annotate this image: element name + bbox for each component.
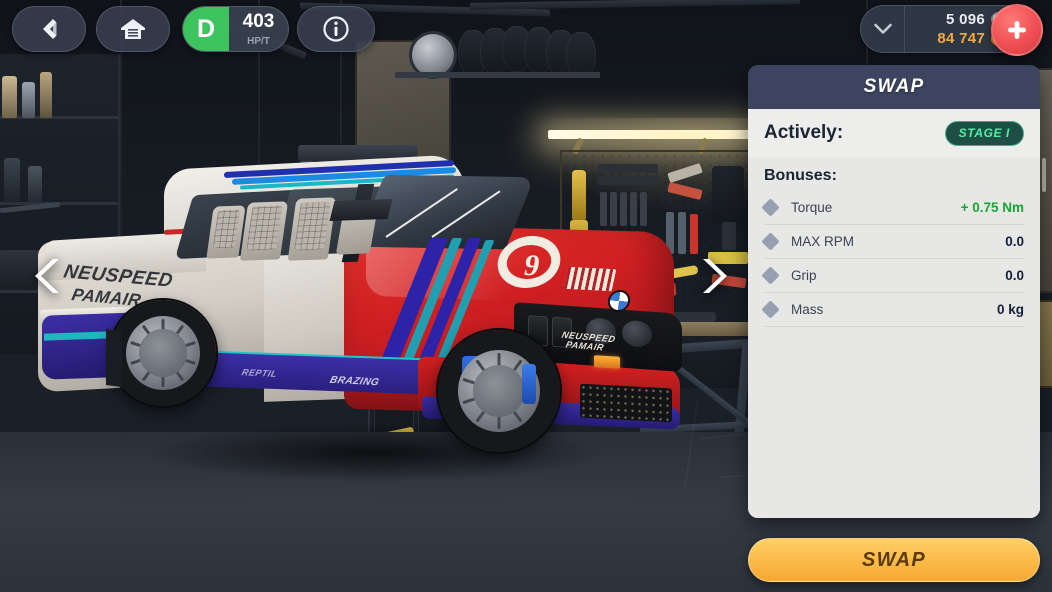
rear-vent <box>329 198 393 222</box>
rear-seat <box>239 201 289 261</box>
prev-car-button[interactable] <box>20 248 76 304</box>
car-class-badge[interactable]: D 403 HP/T <box>182 6 289 52</box>
garage-button[interactable] <box>96 6 170 52</box>
swap-panel-header: SWAP <box>748 65 1040 109</box>
bonus-name: Torque <box>791 200 833 215</box>
bonuses-section: Bonuses: Torque + 0.75 Nm MAX RPM 0.0 Gr… <box>748 157 1040 518</box>
bonus-row: Grip 0.0 <box>761 259 1024 293</box>
active-stage-badge: STAGE I <box>944 120 1024 146</box>
chevron-right-icon <box>703 259 727 293</box>
info-icon <box>323 16 349 42</box>
bumper-mesh <box>580 383 672 423</box>
bonus-value: 0 kg <box>996 302 1024 317</box>
bonus-name: Mass <box>791 302 824 317</box>
wallet-expand-button[interactable] <box>861 6 905 52</box>
garage-icon <box>121 19 145 39</box>
bonuses-title: Bonuses: <box>764 167 837 184</box>
shelf-board <box>395 72 600 78</box>
gold-amount: 84 747 <box>937 30 985 47</box>
class-value: 403 <box>242 11 275 32</box>
livery-text-skirt-alt: REPTIL <box>240 367 279 379</box>
diamond-bullet-icon <box>761 300 780 319</box>
class-stat: 403 HP/T <box>229 11 288 47</box>
bonus-row: MAX RPM 0.0 <box>761 225 1024 259</box>
actively-row: Actively: STAGE I <box>748 109 1040 157</box>
chevron-left-icon <box>43 19 57 39</box>
swap-action-label: SWAP <box>861 548 927 571</box>
info-button[interactable] <box>297 6 375 52</box>
diamond-bullet-icon <box>761 198 780 217</box>
bonus-name: Grip <box>791 268 817 283</box>
swap-panel: SWAP Actively: STAGE I Bonuses: Torque +… <box>748 65 1040 518</box>
diamond-bullet-icon <box>761 266 780 285</box>
diamond-bullet-icon <box>761 232 780 251</box>
race-number: 9 <box>521 248 543 283</box>
bonus-row: Torque + 0.75 Nm <box>761 191 1024 225</box>
chevron-down-icon <box>873 23 892 34</box>
front-wheel <box>438 330 560 452</box>
rear-wheel <box>110 300 216 406</box>
bonus-value: 0.0 <box>1005 268 1024 283</box>
swap-panel-title: SWAP <box>863 76 925 97</box>
top-bar: D 403 HP/T 5 096 84 747 <box>0 0 1052 58</box>
rear-arch-shade <box>106 329 122 387</box>
bonus-row: Mass 0 kg <box>761 293 1024 327</box>
tuning-stage-track: STOCK STAGE I STAGE II STAGE III STAGE I… <box>0 474 748 592</box>
plus-icon <box>1008 21 1026 39</box>
turn-indicator <box>594 355 620 369</box>
chevron-left-icon <box>35 259 59 293</box>
hood-number-plate <box>563 266 617 292</box>
class-letter: D <box>183 7 229 51</box>
add-currency-button[interactable] <box>991 4 1043 56</box>
next-car-button[interactable] <box>686 248 742 304</box>
car-model: 9 NEUSPEED PAMAIR NEUSPEED PAMAIR REPTIL… <box>14 140 736 494</box>
class-unit: HP/T <box>247 36 270 47</box>
bonus-name: MAX RPM <box>791 234 855 249</box>
game-screen: 9 NEUSPEED PAMAIR NEUSPEED PAMAIR REPTIL… <box>0 0 1052 592</box>
bonus-value: + 0.75 Nm <box>960 200 1024 215</box>
wallet: 5 096 84 747 <box>860 4 1043 56</box>
back-button[interactable] <box>12 6 86 52</box>
swap-panel-body: Actively: STAGE I Bonuses: Torque + 0.75… <box>748 109 1040 518</box>
swap-action-button[interactable]: SWAP <box>748 538 1040 582</box>
silver-amount: 5 096 <box>945 11 985 28</box>
actively-label: Actively: <box>764 122 844 143</box>
bonus-value: 0.0 <box>1005 234 1024 249</box>
